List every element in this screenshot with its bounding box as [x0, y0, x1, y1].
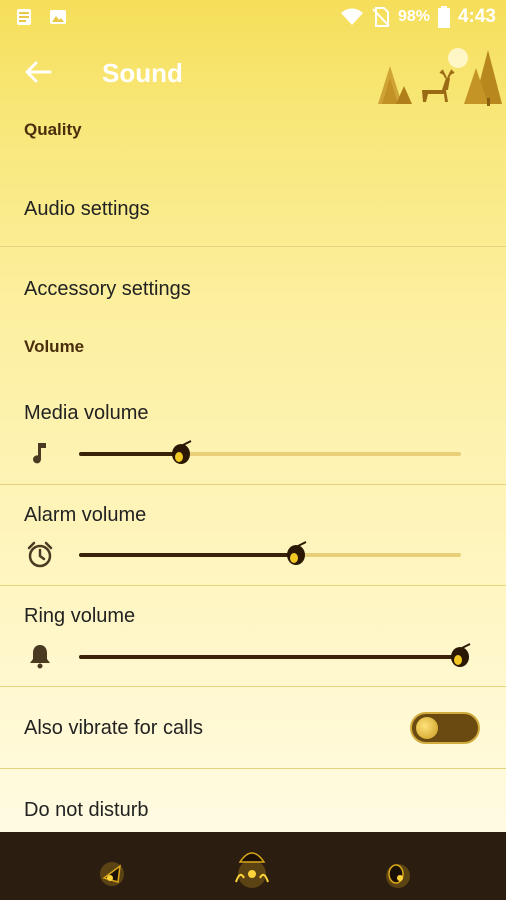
ring-volume-label: Ring volume — [24, 605, 136, 627]
divider — [0, 686, 506, 687]
accessory-settings-label: Accessory settings — [24, 278, 191, 300]
navigation-bar — [0, 832, 506, 900]
ring-volume-thumb[interactable] — [448, 643, 474, 669]
divider — [0, 585, 506, 586]
recents-nav-icon[interactable] — [368, 840, 428, 900]
toggle-knob — [416, 717, 438, 739]
alarm-volume-slider-row — [0, 533, 506, 577]
back-nav-icon[interactable] — [84, 838, 144, 898]
alarm-volume-slider[interactable] — [79, 541, 461, 565]
divider — [0, 246, 506, 247]
accessory-settings-item[interactable]: Accessory settings — [0, 250, 506, 328]
media-volume-fill — [79, 452, 183, 456]
audio-settings-item[interactable]: Audio settings — [0, 170, 506, 246]
ring-volume-slider-row — [0, 635, 506, 679]
alarm-volume-fill — [79, 553, 297, 557]
battery-percent: 98% — [397, 8, 430, 25]
alarm-clock-icon — [27, 541, 53, 568]
section-header-quality: Quality — [24, 120, 82, 139]
arrow-left-icon[interactable] — [22, 56, 54, 88]
media-volume-label: Media volume — [24, 402, 149, 424]
vibrate-for-calls-label: Also vibrate for calls — [24, 717, 203, 739]
image-notification-icon — [50, 10, 66, 24]
bell-icon — [30, 645, 50, 669]
wifi-icon — [340, 8, 363, 25]
ring-volume-fill — [79, 655, 461, 659]
sound-settings-screen: 98% 4:43 Sound Quality Audio settings Ac… — [0, 0, 506, 900]
vibrate-toggle[interactable] — [410, 712, 480, 744]
status-bar: 98% 4:43 — [0, 0, 506, 36]
audio-settings-label: Audio settings — [24, 198, 150, 220]
do-not-disturb-item[interactable]: Do not disturb — [0, 770, 506, 832]
alarm-volume-label: Alarm volume — [24, 504, 147, 526]
divider — [0, 768, 506, 769]
battery-icon — [437, 6, 450, 28]
forest-deer-decoration — [378, 48, 502, 106]
do-not-disturb-label: Do not disturb — [24, 799, 149, 821]
clock: 4:43 — [457, 6, 496, 27]
ring-volume-slider[interactable] — [79, 643, 471, 667]
music-note-icon — [33, 443, 46, 464]
vibrate-for-calls-item[interactable]: Also vibrate for calls — [0, 688, 506, 768]
app-bar: Sound — [0, 36, 506, 106]
section-header-volume: Volume — [24, 337, 85, 356]
no-sim-icon — [372, 7, 390, 27]
media-volume-slider[interactable] — [79, 440, 461, 464]
media-volume-thumb[interactable] — [169, 440, 195, 466]
media-volume-slider-row — [0, 432, 506, 476]
file-notification-icon — [17, 9, 31, 25]
page-title: Sound — [102, 58, 183, 88]
alarm-volume-thumb[interactable] — [284, 541, 310, 567]
home-nav-icon[interactable] — [222, 834, 282, 894]
divider — [0, 484, 506, 485]
